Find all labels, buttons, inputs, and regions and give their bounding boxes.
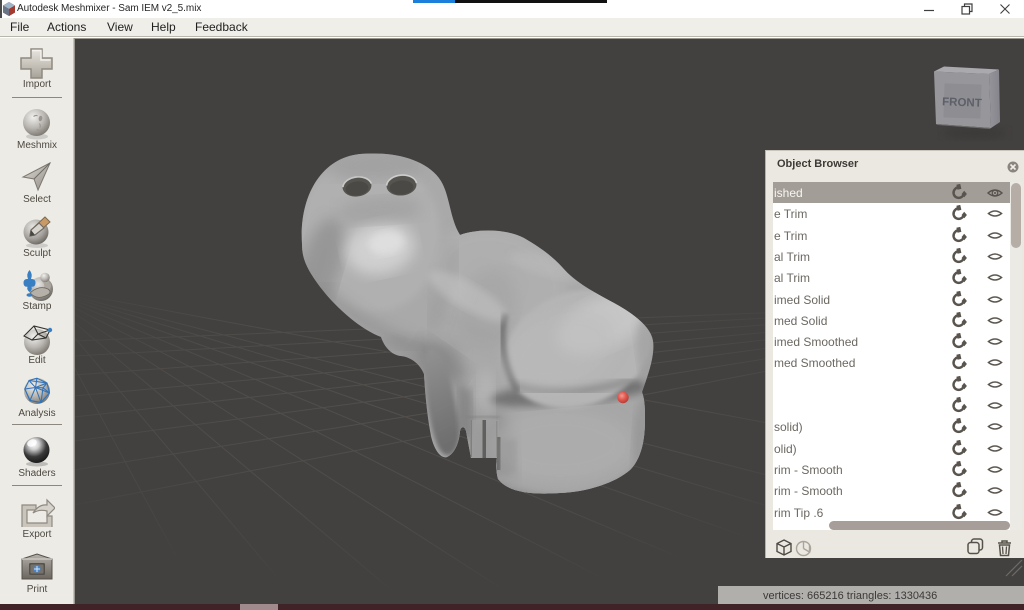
svg-text:FRONT: FRONT bbox=[942, 96, 982, 109]
